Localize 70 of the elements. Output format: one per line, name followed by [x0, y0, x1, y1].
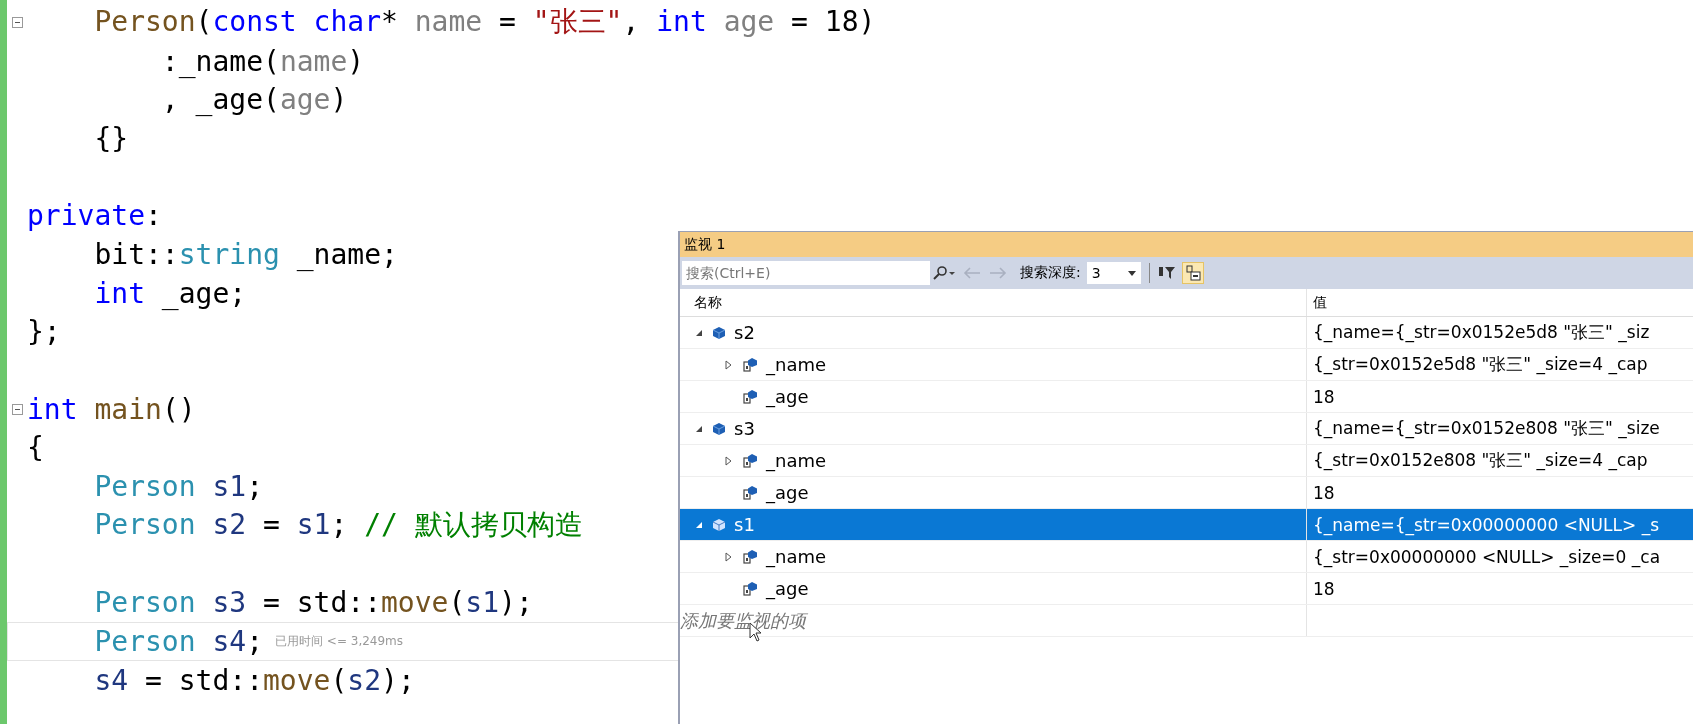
filter-icon[interactable] — [1157, 265, 1176, 281]
code-line: Person s3 = std::move(s1); — [93, 586, 533, 620]
code-line: {} — [93, 121, 129, 155]
variable-name: _name — [766, 354, 827, 375]
code-line: Person s4; — [93, 624, 263, 658]
watch-row[interactable]: s2 {_name={_str=0x0152e5d8 "张三" _siz — [680, 317, 1693, 349]
caret-icon[interactable] — [1127, 270, 1136, 276]
code-line: :_name(name) — [160, 44, 365, 78]
variable-name: s3 — [734, 418, 755, 439]
variable-name: _name — [766, 546, 827, 567]
variable-value: {_name={_str=0x0152e5d8 "张三" _siz — [1313, 321, 1650, 344]
variable-value: {_name={_str=0x0152e808 "张三" _size — [1313, 417, 1660, 440]
search-depth-label: 搜索深度: — [1020, 264, 1081, 282]
watch-row[interactable]: _name {_str=0x0152e808 "张三" _size=4 _cap — [680, 445, 1693, 477]
search-icon[interactable] — [932, 266, 956, 280]
collapsed-arrow-icon[interactable] — [725, 551, 733, 562]
code-line: , _age(age) — [160, 83, 348, 117]
variable-name: s1 — [734, 514, 755, 535]
watch-row[interactable]: _age 18 — [680, 381, 1693, 413]
search-field[interactable]: 搜索(Ctrl+E) — [682, 261, 930, 285]
variable-name: _age — [766, 578, 809, 599]
variable-value: 18 — [1313, 578, 1335, 599]
variable-name: _age — [766, 386, 809, 407]
watch-row[interactable]: _age 18 — [680, 573, 1693, 605]
collapsed-arrow-icon[interactable] — [725, 359, 733, 370]
watch-row[interactable]: _name {_str=0x00000000 <NULL> _size=0 _ca — [680, 541, 1693, 573]
code-line: { — [27, 431, 44, 465]
variable-name: _name — [766, 450, 827, 471]
expanded-arrow-icon[interactable] — [695, 520, 703, 529]
code-line: Person(const char* name = "张三", int age = 18) — [93, 4, 876, 41]
variable-value: 18 — [1313, 482, 1335, 503]
variable-value: {_name={_str=0x00000000 <NULL> _s — [1313, 514, 1659, 535]
code-line: bit::string _name; — [93, 237, 398, 271]
expanded-arrow-icon[interactable] — [695, 328, 703, 337]
code-line: private: — [27, 199, 162, 233]
field-icon — [742, 484, 758, 501]
field-icon — [742, 452, 758, 469]
collapsed-arrow-icon[interactable] — [725, 455, 733, 466]
add-watch-placeholder[interactable]: 添加要监视的项 — [680, 608, 806, 633]
hex-display-toggle[interactable] — [1181, 262, 1204, 284]
code-line: }; — [27, 315, 61, 349]
field-icon — [742, 356, 758, 373]
object-icon — [712, 517, 726, 532]
field-icon — [742, 548, 758, 565]
variable-name: _age — [766, 482, 809, 503]
collapse-icon[interactable] — [12, 16, 23, 28]
elapsed-time-hint: 已用时间 <= 3,249ms — [275, 632, 404, 650]
code-line: int main() — [27, 392, 196, 426]
code-line: Person s1; — [93, 470, 263, 504]
code-line: Person s2 = s1; // 默认拷贝构造 — [93, 507, 583, 544]
field-icon — [742, 580, 758, 597]
code-line: int _age; — [93, 276, 247, 310]
collapse-icon[interactable] — [12, 403, 23, 415]
variable-name: s2 — [734, 322, 755, 343]
expanded-arrow-icon[interactable] — [695, 424, 703, 433]
variable-value: {_str=0x00000000 <NULL> _size=0 _ca — [1313, 546, 1661, 567]
watch-row[interactable]: s1 {_name={_str=0x00000000 <NULL> _s — [680, 509, 1693, 541]
variable-value: {_str=0x0152e5d8 "张三" _size=4 _cap — [1313, 353, 1648, 376]
field-icon — [742, 388, 758, 405]
object-icon — [712, 325, 726, 340]
variable-value: 18 — [1313, 386, 1335, 407]
column-header[interactable]: 值 — [1307, 289, 1693, 316]
watch-row[interactable]: _name {_str=0x0152e5d8 "张三" _size=4 _cap — [680, 349, 1693, 381]
watch-row[interactable]: s3 {_name={_str=0x0152e808 "张三" _size — [680, 413, 1693, 445]
object-icon — [712, 421, 726, 436]
variable-value: {_str=0x0152e808 "张三" _size=4 _cap — [1313, 449, 1648, 472]
column-header[interactable]: 名称 — [680, 289, 1307, 316]
code-line: s4 = std::move(s2); — [93, 663, 415, 697]
window-title: 监视 1 — [680, 232, 1693, 257]
depth-dropdown[interactable]: 3 — [1086, 262, 1141, 284]
